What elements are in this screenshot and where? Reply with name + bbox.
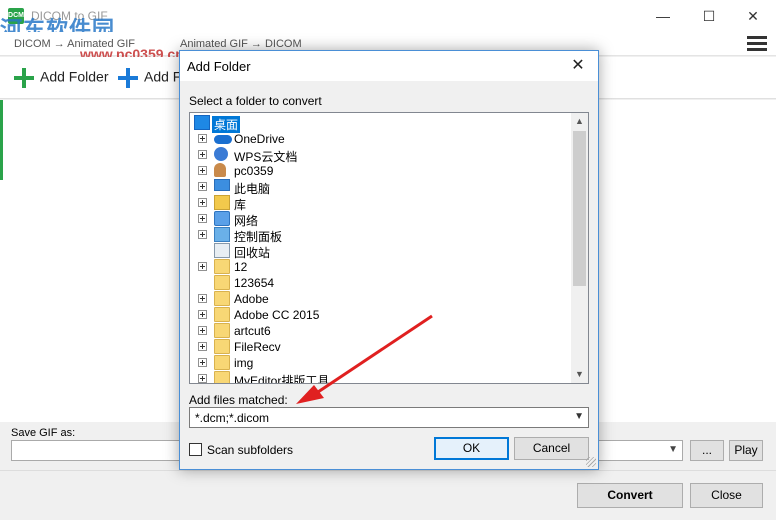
expand-icon[interactable] xyxy=(198,166,207,175)
library-icon xyxy=(214,195,230,210)
scan-subfolders-label[interactable]: Scan subfolders xyxy=(207,443,293,457)
folder-icon xyxy=(214,307,230,322)
folder-icon xyxy=(214,259,230,274)
tree-item-label: MyEditor排版工具 xyxy=(234,374,330,384)
onedrive-cloud-icon xyxy=(214,135,232,144)
scroll-down-icon[interactable]: ▼ xyxy=(571,366,588,383)
tree-item-label: artcut6 xyxy=(234,324,271,338)
dialog-prompt: Select a folder to convert xyxy=(189,94,322,108)
tree-item-label: Adobe CC 2015 xyxy=(234,308,320,322)
add-folder-label: Add Folder xyxy=(40,68,109,85)
tree-scrollbar[interactable]: ▲ ▼ xyxy=(571,113,588,383)
tree-item-label: 此电脑 xyxy=(234,182,271,196)
tree-item-label: 12 xyxy=(234,260,248,274)
resize-grip-icon[interactable] xyxy=(586,457,596,467)
expand-icon[interactable] xyxy=(198,294,207,303)
folder-icon xyxy=(214,355,230,370)
scan-subfolders-checkbox[interactable] xyxy=(189,443,202,456)
browse-button[interactable]: ... xyxy=(690,440,724,461)
tree-item-label: FileRecv xyxy=(234,340,281,354)
tree-item-label: 回收站 xyxy=(234,246,271,260)
plus-icon xyxy=(14,68,34,88)
expand-icon[interactable] xyxy=(198,182,207,191)
network-icon xyxy=(214,211,230,226)
close-window-button[interactable]: ✕ xyxy=(730,0,776,32)
files-matched-value: *.dcm;*.dicom xyxy=(195,411,270,425)
folder-icon xyxy=(214,323,230,338)
dialog-title-bar: Add Folder ✕ xyxy=(180,51,598,81)
save-gif-label: Save GIF as: xyxy=(11,427,76,439)
desktop-icon xyxy=(194,115,210,130)
tree-item-label: 123654 xyxy=(234,276,275,290)
tree-item-label: Adobe xyxy=(234,292,269,306)
files-matched-combo[interactable]: *.dcm;*.dicom ▼ xyxy=(189,407,589,428)
expand-icon[interactable] xyxy=(198,230,207,239)
menu-icon[interactable] xyxy=(747,36,767,52)
folder-tree[interactable]: ▲ ▼ 桌面 OneDrive WPS云文档 pc0359 此电脑库网络 控制面板 回收站 1… xyxy=(189,112,589,384)
dialog-close-button[interactable]: ✕ xyxy=(564,54,592,78)
add-folder-button[interactable]: Add Folder xyxy=(14,68,108,88)
maximize-button[interactable]: ☐ xyxy=(686,0,732,32)
convert-button[interactable]: Convert xyxy=(577,483,683,508)
recycle-bin-icon xyxy=(214,243,230,258)
tree-item-label: 网络 xyxy=(234,214,259,228)
add-folder-dialog: Add Folder ✕ Select a folder to convert … xyxy=(179,50,599,470)
tree-item-label: 桌面 xyxy=(212,116,241,133)
wps-cloud-icon xyxy=(214,147,228,161)
chevron-down-icon: ▼ xyxy=(668,444,678,455)
control-panel-icon xyxy=(214,227,230,242)
title-bar: DCM DICOM to GIF 河东软件园 — ☐ ✕ xyxy=(0,0,776,43)
scroll-thumb[interactable] xyxy=(573,131,586,286)
tree-item-label: 控制面板 xyxy=(234,230,283,244)
accent-strip xyxy=(0,100,3,180)
expand-icon[interactable] xyxy=(198,262,207,271)
expand-icon[interactable] xyxy=(198,310,207,319)
tree-item-label: 库 xyxy=(234,198,247,212)
tree-item-label: OneDrive xyxy=(234,132,285,146)
files-matched-label: Add files matched: xyxy=(189,393,288,407)
expand-icon[interactable] xyxy=(198,198,207,207)
minimize-button[interactable]: — xyxy=(640,0,686,32)
folder-icon xyxy=(214,275,230,290)
tree-item-label: WPS云文档 xyxy=(234,150,298,164)
expand-icon[interactable] xyxy=(198,342,207,351)
expand-icon[interactable] xyxy=(198,326,207,335)
expand-icon[interactable] xyxy=(198,214,207,223)
mode-gif-to-dicom[interactable]: Animated GIF → DICOM xyxy=(180,38,302,50)
expand-icon[interactable] xyxy=(198,134,207,143)
computer-icon xyxy=(214,179,230,191)
expand-icon[interactable] xyxy=(198,374,207,383)
cancel-button[interactable]: Cancel xyxy=(514,437,589,460)
folder-icon xyxy=(214,291,230,306)
folder-icon xyxy=(214,371,230,383)
user-icon xyxy=(214,163,226,177)
plus-icon xyxy=(118,68,138,88)
dialog-title: Add Folder xyxy=(187,59,251,74)
ok-button[interactable]: OK xyxy=(434,437,509,460)
scroll-up-icon[interactable]: ▲ xyxy=(571,113,588,130)
tree-item-label: img xyxy=(234,356,254,370)
close-button[interactable]: Close xyxy=(690,483,763,508)
expand-icon[interactable] xyxy=(198,358,207,367)
folder-icon xyxy=(214,339,230,354)
expand-icon[interactable] xyxy=(198,150,207,159)
tree-item-label: pc0359 xyxy=(234,164,274,178)
chevron-down-icon: ▼ xyxy=(574,411,584,422)
play-button[interactable]: Play xyxy=(729,440,763,461)
